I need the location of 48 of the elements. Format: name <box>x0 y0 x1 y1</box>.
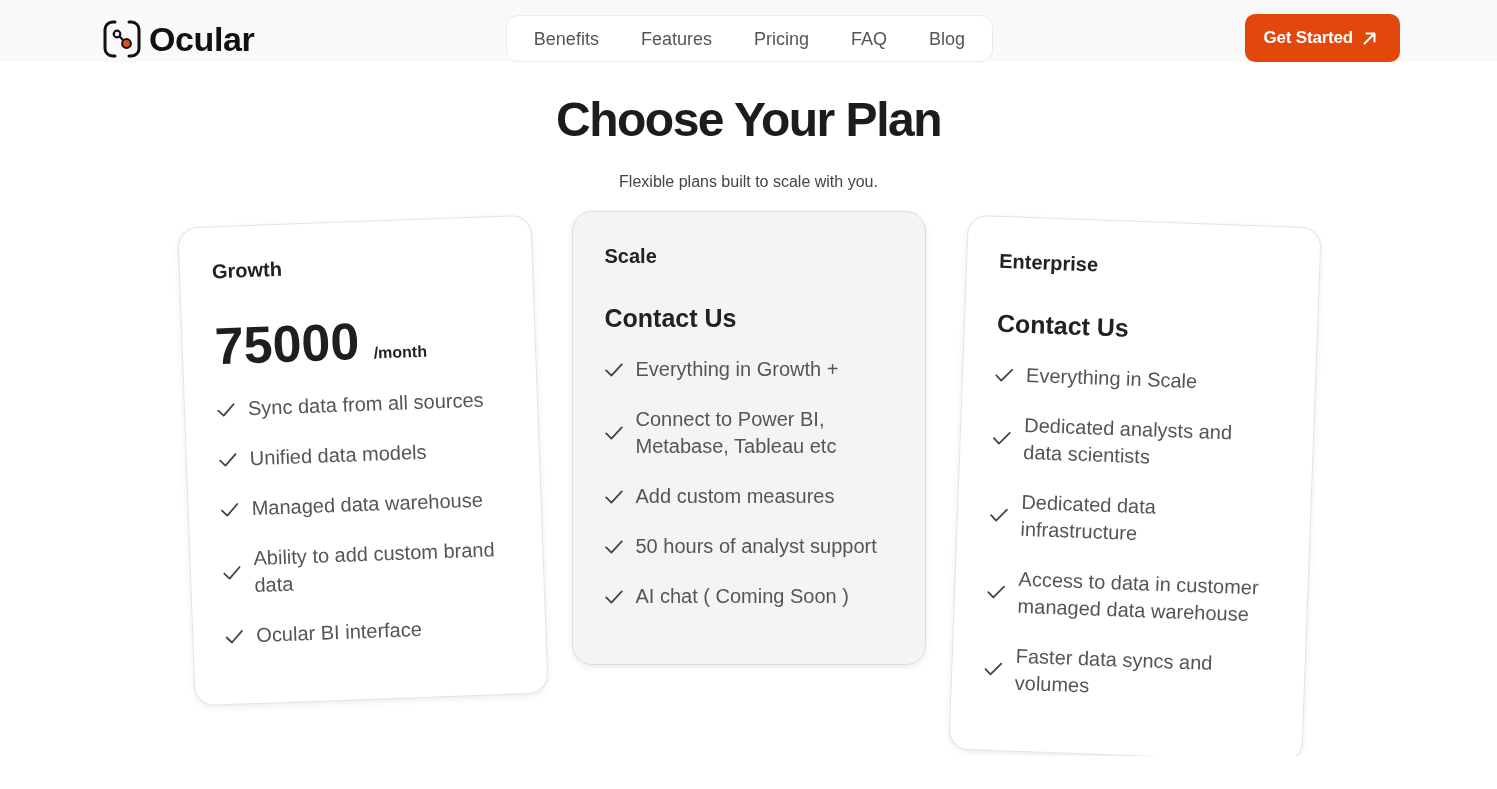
check-icon <box>216 402 235 417</box>
price-amount: 75000 <box>213 313 360 375</box>
contact-heading: Contact Us <box>995 307 1129 343</box>
nav-link[interactable]: Features <box>640 27 712 50</box>
feature-text: Ability to add custom brand data <box>252 537 496 599</box>
plan-name: Enterprise <box>998 249 1098 276</box>
check-icon <box>219 502 239 517</box>
plan-name: Scale <box>604 245 657 267</box>
logo-icon <box>103 20 141 58</box>
check-icon <box>224 629 244 644</box>
feature-text: Faster data syncs and volumes <box>1013 643 1214 699</box>
feature-text: Dedicated data infrastructure <box>1019 489 1157 547</box>
check-icon <box>983 661 1003 677</box>
check-icon <box>222 565 241 581</box>
arrow-up-right-icon <box>1363 31 1376 45</box>
check-icon <box>992 430 1011 446</box>
check-icon <box>604 362 623 377</box>
feature-text: Everything in Growth + <box>635 357 839 382</box>
check-icon <box>604 589 623 604</box>
check-icon <box>986 584 1005 600</box>
contact-heading: Contact Us <box>604 303 737 333</box>
check-icon <box>604 489 623 504</box>
feature-text: Access to data in customer managed data warehouse <box>1016 566 1260 628</box>
feature-text: Ocular BI interface <box>255 616 422 648</box>
nav-link[interactable]: Pricing <box>753 27 809 50</box>
feature-text: Dedicated analysts and data scientists <box>1022 412 1233 470</box>
feature-text: 50 hours of analyst support <box>635 534 877 559</box>
feature-text: Connect to Power BI, Metabase, Tableau etc <box>635 407 838 459</box>
nav-link[interactable]: FAQ <box>850 27 887 50</box>
feature-text: AI chat ( Coming Soon ) <box>635 584 849 609</box>
page-title: Choose Your Plan <box>556 92 941 148</box>
price-period: /month <box>372 342 427 363</box>
page-subtitle: Flexible plans built to scale with you. <box>619 172 878 192</box>
check-icon <box>604 426 623 440</box>
feature-text: Managed data warehouse <box>250 487 483 522</box>
nav-link[interactable]: Blog <box>929 27 965 50</box>
plan-name: Growth <box>211 257 282 283</box>
check-icon <box>604 539 623 554</box>
check-icon <box>989 507 1008 523</box>
feature-text: Everything in Scale <box>1025 362 1198 395</box>
get-started-button[interactable]: Get Started <box>1244 14 1400 62</box>
feature-text: Unified data models <box>248 439 427 472</box>
brand-name: Ocular <box>149 20 255 58</box>
nav-link[interactable]: Benefits <box>533 27 599 50</box>
feature-text: Sync data from all sources <box>247 387 484 422</box>
feature-text: Add custom measures <box>635 484 835 509</box>
check-icon <box>994 367 1013 382</box>
check-icon <box>218 452 237 467</box>
